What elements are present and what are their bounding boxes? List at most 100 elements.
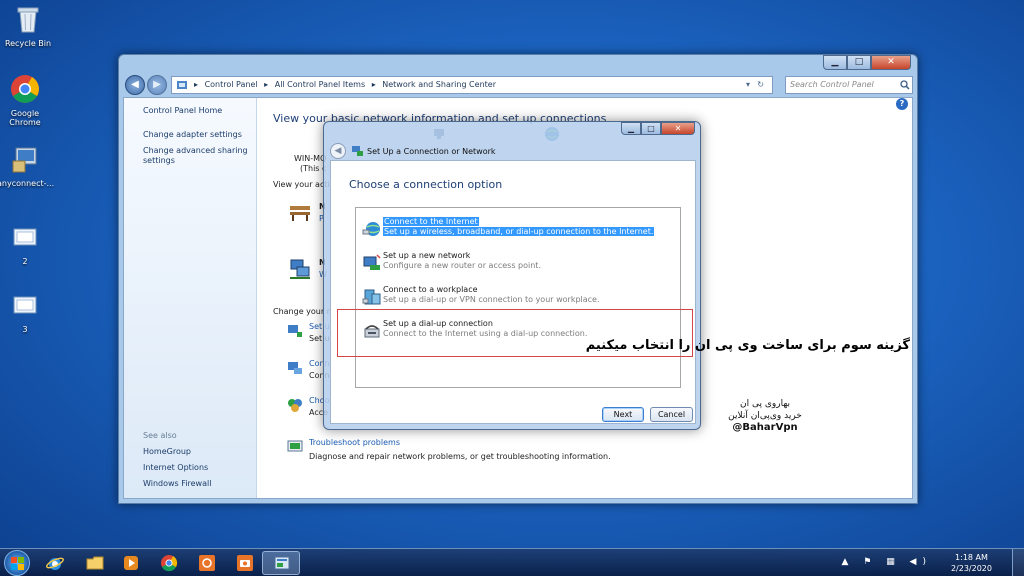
search-input[interactable]: Search Control Panel bbox=[785, 76, 913, 94]
taskbar-app-orange-2[interactable] bbox=[226, 551, 264, 575]
new-connection-icon bbox=[288, 325, 302, 337]
search-icon[interactable] bbox=[900, 80, 910, 90]
dialog-caption-buttons: ▁ □ ✕ bbox=[621, 122, 695, 135]
setup-connection-dialog: ▁ □ ✕ ◀ Set Up a Connection or Network C… bbox=[323, 121, 701, 430]
back-button[interactable]: ◀ bbox=[125, 75, 145, 95]
dialog-body: Choose a connection option Connect to th… bbox=[330, 160, 696, 424]
taskbar-ie[interactable] bbox=[36, 551, 74, 575]
dialog-caption: ▁ □ ✕ ◀ Set Up a Connection or Network bbox=[324, 122, 700, 159]
system-tray-icons[interactable]: ▲ ⚑ ▦ ◀) bbox=[841, 557, 932, 567]
option-title: Connect to a workplace bbox=[383, 285, 478, 294]
close-button[interactable]: ✕ bbox=[871, 55, 911, 70]
network-computers-icon bbox=[290, 259, 310, 279]
desktop-icon-chrome[interactable]: Google Chrome bbox=[0, 74, 53, 127]
shortcut-icon bbox=[13, 228, 37, 246]
option-title: Set up a new network bbox=[383, 251, 471, 260]
desktop-icon-label: Recycle Bin bbox=[4, 39, 52, 48]
recycle-bin-icon bbox=[17, 7, 39, 33]
annotation-text: گزینه سوم برای ساخت وی پی ان را انتخاب م… bbox=[585, 338, 910, 353]
help-icon[interactable]: ? bbox=[896, 98, 908, 110]
taskbar-app-orange-1[interactable] bbox=[188, 551, 226, 575]
taskbar-media-player[interactable] bbox=[112, 551, 150, 575]
show-desktop-button[interactable] bbox=[1012, 549, 1024, 576]
refresh-icon[interactable]: ↻ bbox=[757, 77, 764, 93]
address-bar[interactable]: ▸ Control Panel ▸ All Control Panel Item… bbox=[171, 76, 773, 94]
forward-button[interactable]: ▶ bbox=[147, 75, 167, 95]
globe-icon bbox=[362, 222, 380, 236]
connect-network-icon bbox=[288, 362, 302, 374]
taskbar-chrome[interactable] bbox=[150, 551, 188, 575]
bench-icon bbox=[290, 206, 310, 221]
desktop-icon-anyconnect[interactable]: anyconnect-... bbox=[0, 144, 55, 188]
option-connect-internet[interactable]: Connect to the Internet Set up a wireles… bbox=[360, 214, 680, 244]
brand-watermark: بهاروی پی ان خرید وی‌پی‌ان آنلاین @Bahar… bbox=[720, 398, 810, 434]
homegroup-link[interactable]: HomeGroup bbox=[143, 447, 253, 457]
breadcrumb-sep-icon: ▸ bbox=[194, 80, 199, 89]
desktop-icon-3[interactable]: 3 bbox=[0, 290, 53, 334]
control-panel-home-link[interactable]: Control Panel Home bbox=[143, 106, 253, 116]
desktop-icon-2[interactable]: 2 bbox=[0, 222, 53, 266]
connection-options-list: Connect to the Internet Set up a wireles… bbox=[355, 207, 681, 388]
minimize-button[interactable]: ▁ bbox=[823, 55, 847, 70]
maximize-button[interactable]: □ bbox=[847, 55, 871, 70]
taskbar-explorer[interactable] bbox=[76, 551, 114, 575]
see-also-heading: See also bbox=[143, 431, 177, 440]
media-player-icon bbox=[124, 556, 138, 570]
left-pane: Control Panel Home Change adapter settin… bbox=[124, 98, 257, 498]
window-caption-buttons: ▁ □ ✕ bbox=[823, 55, 911, 70]
troubleshoot-problems-link[interactable]: Troubleshoot problems bbox=[309, 438, 400, 447]
homegroup-icon bbox=[288, 399, 302, 412]
internet-explorer-icon bbox=[46, 557, 64, 570]
option-new-network[interactable]: Set up a new network Configure a new rou… bbox=[360, 248, 680, 278]
dropdown-chevron-icon[interactable]: ▾ bbox=[746, 77, 750, 93]
network-setup-icon bbox=[352, 146, 363, 156]
chrome-icon bbox=[161, 555, 178, 572]
windows-logo-icon bbox=[11, 557, 24, 570]
control-panel-icon bbox=[177, 81, 187, 89]
troubleshoot-icon bbox=[287, 440, 303, 452]
dialog-heading: Choose a connection option bbox=[349, 178, 503, 191]
screenshot-app-icon bbox=[237, 555, 253, 571]
desktop-icon-label: anyconnect-... bbox=[0, 179, 55, 188]
dialog-title: Set Up a Connection or Network bbox=[367, 147, 496, 156]
troubleshoot-desc: Diagnose and repair network problems, or… bbox=[309, 452, 611, 461]
router-icon bbox=[363, 254, 381, 270]
change-advanced-sharing-link[interactable]: Change advanced sharing settings bbox=[143, 146, 253, 166]
windows-firewall-link[interactable]: Windows Firewall bbox=[143, 479, 253, 489]
clock[interactable]: 1:18 AM 2/23/2020 bbox=[951, 552, 992, 574]
option-desc: Set up a dial-up or VPN connection to yo… bbox=[383, 295, 600, 304]
breadcrumb-all-items[interactable]: All Control Panel Items bbox=[275, 80, 365, 89]
breadcrumb-sep-icon: ▸ bbox=[371, 80, 376, 89]
desktop-icon-label: Google Chrome bbox=[9, 109, 41, 127]
dialog-back-button[interactable]: ◀ bbox=[330, 143, 346, 159]
desktop-icon-label: 3 bbox=[22, 325, 28, 334]
option-title: Connect to the Internet bbox=[383, 217, 479, 226]
option-connect-workplace[interactable]: Connect to a workplace Set up a dial-up … bbox=[360, 282, 680, 312]
cancel-button[interactable]: Cancel bbox=[650, 407, 693, 422]
change-adapter-settings-link[interactable]: Change adapter settings bbox=[143, 130, 253, 140]
breadcrumb-control-panel[interactable]: Control Panel bbox=[205, 80, 258, 89]
start-button[interactable] bbox=[4, 550, 30, 576]
chrome-icon bbox=[11, 75, 39, 103]
workplace-icon bbox=[362, 289, 381, 305]
breadcrumb-sep-icon: ▸ bbox=[264, 80, 269, 89]
brand-line-1: بهاروی پی ان bbox=[740, 399, 790, 409]
breadcrumb-network-center[interactable]: Network and Sharing Center bbox=[382, 80, 496, 89]
dialog-close-button[interactable]: ✕ bbox=[661, 122, 695, 135]
option-desc: Configure a new router or access point. bbox=[383, 261, 541, 270]
control-panel-icon bbox=[274, 556, 290, 570]
taskbar: ▲ ⚑ ▦ ◀) 1:18 AM 2/23/2020 bbox=[0, 548, 1024, 576]
internet-options-link[interactable]: Internet Options bbox=[143, 463, 253, 473]
taskbar-control-panel[interactable] bbox=[262, 551, 300, 575]
camera-app-icon bbox=[199, 555, 215, 571]
dialog-maximize-button[interactable]: □ bbox=[641, 122, 661, 135]
desktop-icon-recycle-bin[interactable]: Recycle Bin bbox=[0, 4, 56, 48]
dialog-minimize-button[interactable]: ▁ bbox=[621, 122, 641, 135]
brand-tag: @BaharVpn bbox=[732, 422, 798, 433]
address-row: ◀ ▶ ▸ Control Panel ▸ All Control Panel … bbox=[123, 75, 913, 97]
option-desc: Set up a wireless, broadband, or dial-up… bbox=[383, 227, 655, 236]
clock-time: 1:18 AM bbox=[955, 553, 988, 562]
folder-icon bbox=[86, 556, 104, 570]
next-button[interactable]: Next bbox=[602, 407, 644, 422]
shortcut-icon bbox=[13, 296, 37, 314]
